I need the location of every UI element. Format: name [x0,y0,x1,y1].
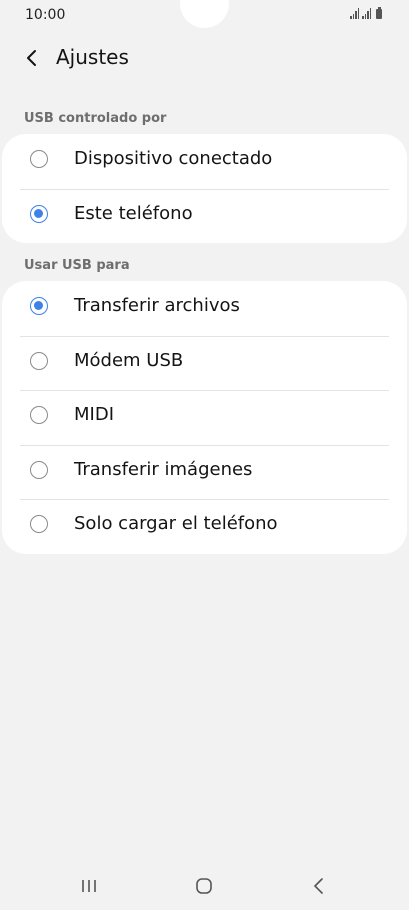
recent-apps-button[interactable] [74,874,104,898]
option-transfer-files[interactable]: Transferir archivos [2,281,407,336]
home-icon [196,878,212,894]
option-label: MIDI [74,404,115,425]
back-icon [314,878,323,894]
status-time: 10:00 [25,7,66,23]
radio-unchecked-icon[interactable] [30,460,48,479]
battery-icon [376,7,382,19]
option-label: Módem USB [74,349,184,371]
home-button[interactable] [189,874,219,898]
option-label: Dispositivo conectado [74,148,273,169]
recent-apps-icon [82,880,96,892]
navigation-bar [0,862,409,910]
app-header: Ajustes [0,36,409,80]
option-charge-only[interactable]: Solo cargar el teléfono [2,499,407,554]
back-button[interactable] [18,44,46,72]
radio-checked-icon[interactable] [30,297,48,315]
option-label: Este teléfono [74,202,193,224]
radio-checked-icon[interactable] [30,204,48,223]
chevron-left-icon [27,50,36,66]
card-use-usb-for: Transferir archivos Módem USB MIDI Trans… [2,281,407,554]
option-midi[interactable]: MIDI [2,390,407,445]
page-title: Ajustes [56,45,129,69]
option-this-phone[interactable]: Este teléfono [2,188,407,244]
signal-icon [350,8,359,19]
option-label: Transferir imágenes [74,458,253,480]
option-transfer-images[interactable]: Transferir imágenes [2,444,407,500]
nav-back-button[interactable] [304,874,334,898]
section-label-use-usb-for: Usar USB para [24,258,130,273]
option-label: Transferir archivos [74,295,240,316]
status-icons [350,7,382,19]
radio-unchecked-icon[interactable] [30,351,48,370]
card-usb-controlled-by: Dispositivo conectado Este teléfono [2,134,407,243]
option-connected-device[interactable]: Dispositivo conectado [2,134,407,189]
radio-unchecked-icon[interactable] [30,406,48,424]
radio-unchecked-icon[interactable] [30,515,48,533]
camera-notch [180,0,229,28]
status-bar: 10:00 [0,0,409,30]
radio-unchecked-icon[interactable] [30,150,48,168]
signal-icon-2 [362,8,371,19]
option-usb-modem[interactable]: Módem USB [2,335,407,391]
option-label: Solo cargar el teléfono [74,513,278,534]
section-label-usb-controlled-by: USB controlado por [24,111,167,126]
